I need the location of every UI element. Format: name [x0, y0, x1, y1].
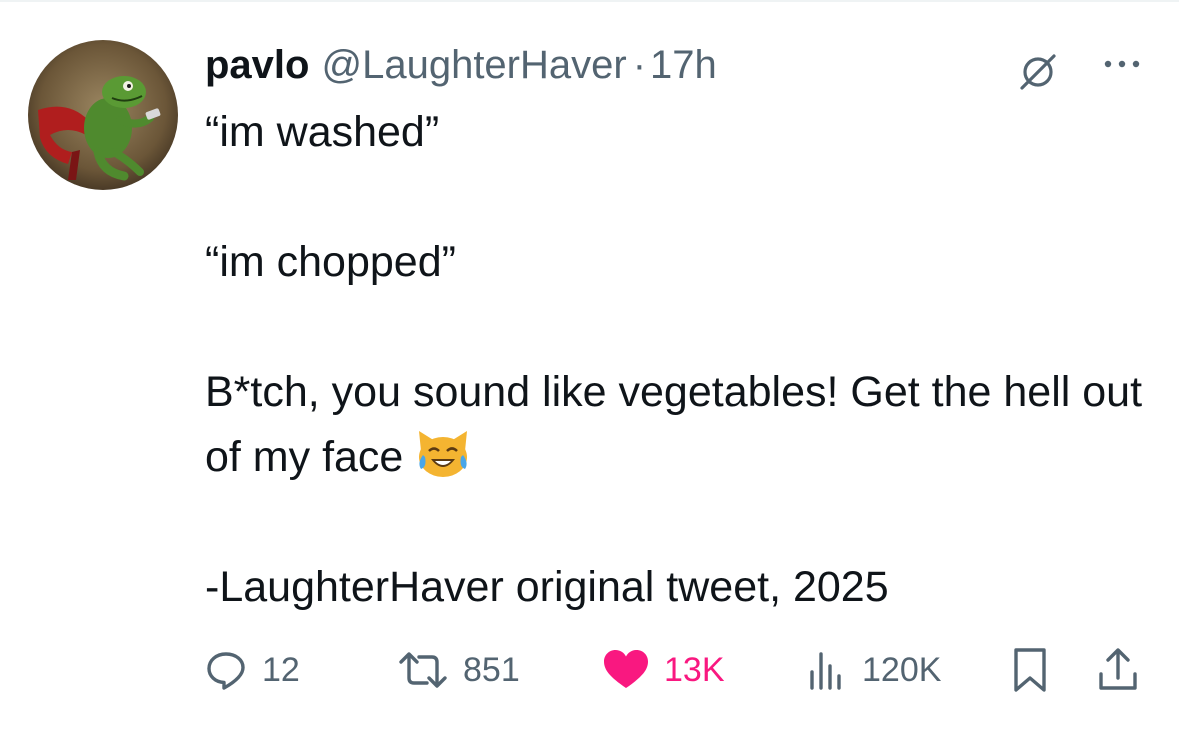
like-count: 13K [664, 650, 725, 689]
tweet-body: “im washed” “im chopped” B*tch, you soun… [205, 100, 1155, 620]
reply-count: 12 [262, 650, 300, 689]
grok-icon[interactable] [1018, 52, 1058, 92]
more-options-icon[interactable] [1100, 52, 1144, 76]
tweet-line-chopped: “im chopped” [205, 238, 456, 286]
tweet-line-signature: -LaughterHaver original tweet, 2025 [205, 563, 889, 611]
repost-count: 851 [463, 650, 520, 689]
author-name[interactable]: pavlo [205, 40, 309, 90]
avatar[interactable] [28, 40, 178, 190]
views-button[interactable]: 120K [804, 640, 941, 700]
bookmark-icon [1014, 648, 1046, 692]
tweet-line-vegetables-text: B*tch, you sound like vegetables! Get th… [205, 368, 1143, 481]
heart-icon [604, 650, 648, 688]
views-count: 120K [862, 650, 942, 689]
tweet-actions: 12 851 13K 120K [200, 640, 1150, 700]
bookmark-button[interactable] [1010, 640, 1064, 700]
timestamp[interactable]: 17h [650, 40, 717, 90]
top-divider [0, 0, 1179, 2]
tweet-line-washed: “im washed” [205, 108, 440, 156]
repost-button[interactable]: 851 [397, 640, 520, 700]
repost-icon [399, 652, 447, 688]
tweet-line-vegetables: B*tch, you sound like vegetables! Get th… [205, 360, 1155, 490]
author-handle[interactable]: @LaughterHaver [321, 40, 626, 90]
separator-dot: · [632, 43, 647, 87]
cat-tears-of-joy-emoji-icon [419, 431, 468, 477]
tweet-header: pavlo @LaughterHaver · 17h [205, 40, 717, 90]
reply-button[interactable]: 12 [204, 640, 300, 700]
views-chart-icon [810, 652, 841, 690]
share-button[interactable] [1096, 640, 1154, 700]
kermit-avatar-icon [28, 40, 178, 190]
like-button[interactable]: 13K [602, 640, 725, 700]
share-icon [1099, 648, 1137, 690]
reply-icon [207, 652, 245, 690]
